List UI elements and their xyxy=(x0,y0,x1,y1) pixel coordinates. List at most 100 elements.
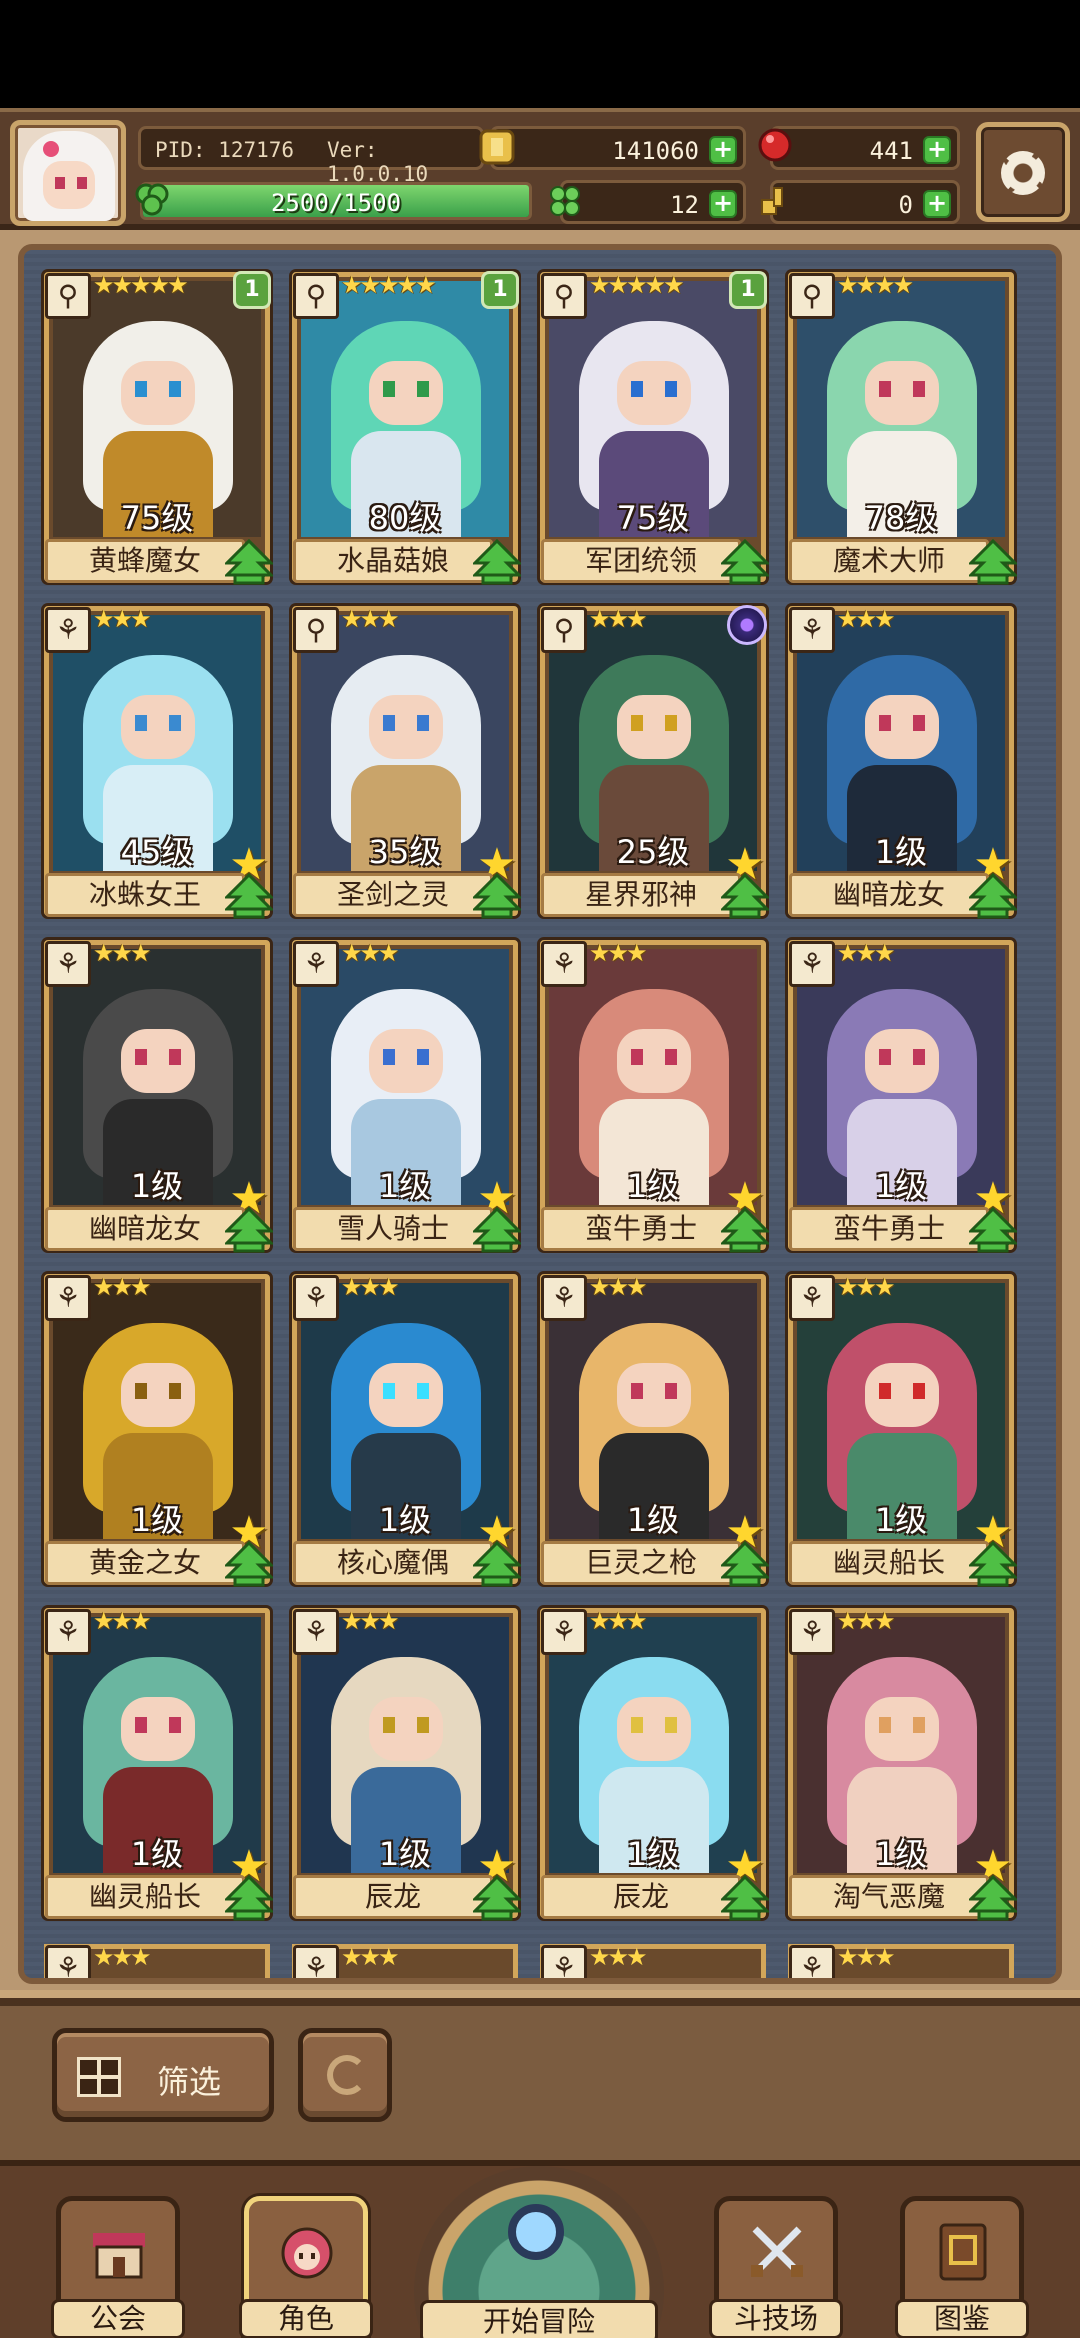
level-up-arrow-icon[interactable] xyxy=(719,1874,771,1923)
character-card[interactable]: ⚘ ★★★ 1级 ★ 幽暗龙女 xyxy=(788,605,1019,919)
character-card[interactable]: ⚲ ★★★★★ 1 75级 军团统领 xyxy=(540,271,771,585)
filter-label: 筛选 xyxy=(157,2063,222,2101)
character-card-partial[interactable]: ⚘ ★★★ xyxy=(44,1943,270,1978)
character-level: 75级 xyxy=(616,499,690,537)
rarity-stars: ★★★ xyxy=(341,939,400,967)
refresh-icon xyxy=(327,2055,367,2095)
character-grid[interactable]: ⚲ ★★★★★ 1 75级 黄蜂魔女 ⚲ ★★★★★ 1 80级 水晶菇娘 ⚲ ★★★★★ 1 75级 军团… xyxy=(18,244,1062,1984)
character-name: 蛮牛勇士 xyxy=(789,1207,989,1251)
level-up-arrow-icon[interactable] xyxy=(471,1540,523,1589)
level-up-arrow-icon[interactable] xyxy=(471,1206,523,1255)
element-orb-icon xyxy=(727,605,767,645)
add-clover-button[interactable]: + xyxy=(709,190,737,218)
clover-icon xyxy=(550,186,580,216)
character-name: 幽暗龙女 xyxy=(789,873,989,917)
level-up-arrow-icon[interactable] xyxy=(223,872,275,921)
character-name: 幽暗龙女 xyxy=(45,1207,245,1251)
rarity-stars: ★★★ xyxy=(341,605,400,633)
character-card[interactable]: ⚘ ★★★ 1级 ★ 蛮牛勇士 xyxy=(540,939,771,1253)
add-gem-button[interactable]: + xyxy=(923,136,951,164)
class-tag-icon: ⚘ xyxy=(789,941,835,987)
character-card[interactable]: ⚘ ★★★ 1级 ★ 巨灵之枪 xyxy=(540,1273,771,1587)
character-card[interactable]: ⚘ ★★★ 1级 ★ 黄金之女 xyxy=(44,1273,275,1587)
rarity-stars: ★★★★ xyxy=(837,271,914,299)
nav-guild[interactable]: 公会 xyxy=(51,2196,185,2338)
character-card-partial[interactable]: ⚘ ★★★ xyxy=(540,1943,766,1978)
key-counter: 0 + xyxy=(770,180,960,224)
character-card[interactable]: ⚘ ★★★ 1级 ★ 辰龙 xyxy=(540,1607,771,1921)
avatar-eye xyxy=(77,177,87,189)
character-card[interactable]: ⚘ ★★★ 1级 ★ 核心魔偶 xyxy=(292,1273,523,1587)
level-up-arrow-icon[interactable] xyxy=(967,1874,1019,1923)
experience-bar: 2500/1500 xyxy=(140,182,532,220)
level-up-arrow-icon[interactable] xyxy=(223,1874,275,1923)
character-card[interactable]: ⚘ ★★★ 1级 ★ 辰龙 xyxy=(292,1607,523,1921)
level-up-arrow-icon[interactable] xyxy=(223,1540,275,1589)
character-card[interactable]: ⚘ ★★★ 1级 ★ 幽灵船长 xyxy=(788,1273,1019,1587)
character-card[interactable]: ⚲ ★★★★ 78级 魔术大师 xyxy=(788,271,1019,585)
level-up-arrow-icon[interactable] xyxy=(719,1206,771,1255)
class-tag-icon: ⚘ xyxy=(45,1275,91,1321)
character-card[interactable]: ⚘ ★★★ 45级 ★ 冰蛛女王 xyxy=(44,605,275,919)
nav-characters[interactable]: 角色 xyxy=(239,2196,373,2338)
character-card[interactable]: ⚘ ★★★ 1级 ★ 幽灵船长 xyxy=(44,1607,275,1921)
character-card[interactable]: ⚘ ★★★ 1级 ★ 幽暗龙女 xyxy=(44,939,275,1253)
filter-button[interactable]: 筛选 xyxy=(52,2028,274,2122)
class-tag-icon: ⚘ xyxy=(45,1945,91,1978)
character-card-partial[interactable]: ⚘ ★★★ xyxy=(292,1943,518,1978)
level-up-arrow-icon[interactable] xyxy=(719,872,771,921)
character-card[interactable]: ⚘ ★★★ 1级 ★ 雪人骑士 xyxy=(292,939,523,1253)
nav-arena[interactable]: 斗技场 xyxy=(709,2196,843,2338)
class-tag-icon: ⚘ xyxy=(293,1275,339,1321)
key-icon xyxy=(761,187,783,215)
add-gold-button[interactable]: + xyxy=(709,136,737,164)
level-up-arrow-icon[interactable] xyxy=(967,1540,1019,1589)
level-up-arrow-icon[interactable] xyxy=(471,538,523,587)
level-up-arrow-icon[interactable] xyxy=(223,1206,275,1255)
level-up-arrow-icon[interactable] xyxy=(967,1206,1019,1255)
character-card-partial[interactable]: ⚘ ★★★ xyxy=(788,1943,1014,1978)
nav-codex-label: 图鉴 xyxy=(895,2299,1029,2338)
nav-start-adventure[interactable]: 开始冒险 xyxy=(414,2166,664,2338)
character-card[interactable]: ⚲ ★★★ 25级 ★ 星界邪神 xyxy=(540,605,771,919)
level-up-arrow-icon[interactable] xyxy=(719,538,771,587)
class-tag-icon: ⚘ xyxy=(45,607,91,653)
character-card[interactable]: ⚘ ★★★ 1级 ★ 蛮牛勇士 xyxy=(788,939,1019,1253)
player-avatar[interactable] xyxy=(10,120,126,226)
sort-refresh-button[interactable] xyxy=(298,2028,392,2122)
rarity-stars: ★★★ xyxy=(93,939,152,967)
character-card[interactable]: ⚲ ★★★★★ 1 80级 水晶菇娘 xyxy=(292,271,523,585)
level-up-arrow-icon[interactable] xyxy=(223,538,275,587)
class-tag-icon: ⚲ xyxy=(293,273,339,319)
character-name: 蛮牛勇士 xyxy=(541,1207,741,1251)
class-tag-icon: ⚘ xyxy=(541,941,587,987)
crossed-swords-icon xyxy=(751,2226,803,2277)
character-name: 辰龙 xyxy=(541,1875,741,1919)
level-up-arrow-icon[interactable] xyxy=(719,1540,771,1589)
class-tag-icon: ⚘ xyxy=(293,1945,339,1978)
character-name: 黄蜂魔女 xyxy=(45,539,245,583)
class-tag-icon: ⚲ xyxy=(541,273,587,319)
level-up-arrow-icon[interactable] xyxy=(967,872,1019,921)
settings-button[interactable] xyxy=(976,122,1070,222)
gear-icon xyxy=(1001,151,1045,195)
level-up-arrow-icon[interactable] xyxy=(967,538,1019,587)
player-info-panel: PID: 127176 Ver: 1.0.0.10 xyxy=(138,126,484,186)
level-up-arrow-icon[interactable] xyxy=(471,872,523,921)
character-card[interactable]: ⚘ ★★★ 1级 ★ 淘气恶魔 xyxy=(788,1607,1019,1921)
level-up-arrow-icon[interactable] xyxy=(471,1874,523,1923)
clover-xp-icon xyxy=(135,183,169,216)
clover-value: 12 xyxy=(670,191,699,219)
magnifier-icon xyxy=(508,2204,564,2260)
add-key-button[interactable]: + xyxy=(923,190,951,218)
rarity-stars: ★★★ xyxy=(341,1607,400,1635)
class-tag-icon: ⚘ xyxy=(789,1609,835,1655)
nav-codex[interactable]: 图鉴 xyxy=(895,2196,1029,2338)
character-card[interactable]: ⚲ ★★★★★ 1 75级 黄蜂魔女 xyxy=(44,271,275,585)
avatar-eye xyxy=(55,177,65,189)
game-version: Ver: 1.0.0.10 xyxy=(327,138,429,186)
character-name: 辰龙 xyxy=(293,1875,493,1919)
class-tag-icon: ⚲ xyxy=(45,273,91,319)
character-card[interactable]: ⚲ ★★★ 35级 ★ 圣剑之灵 xyxy=(292,605,523,919)
status-bar xyxy=(0,0,1080,108)
